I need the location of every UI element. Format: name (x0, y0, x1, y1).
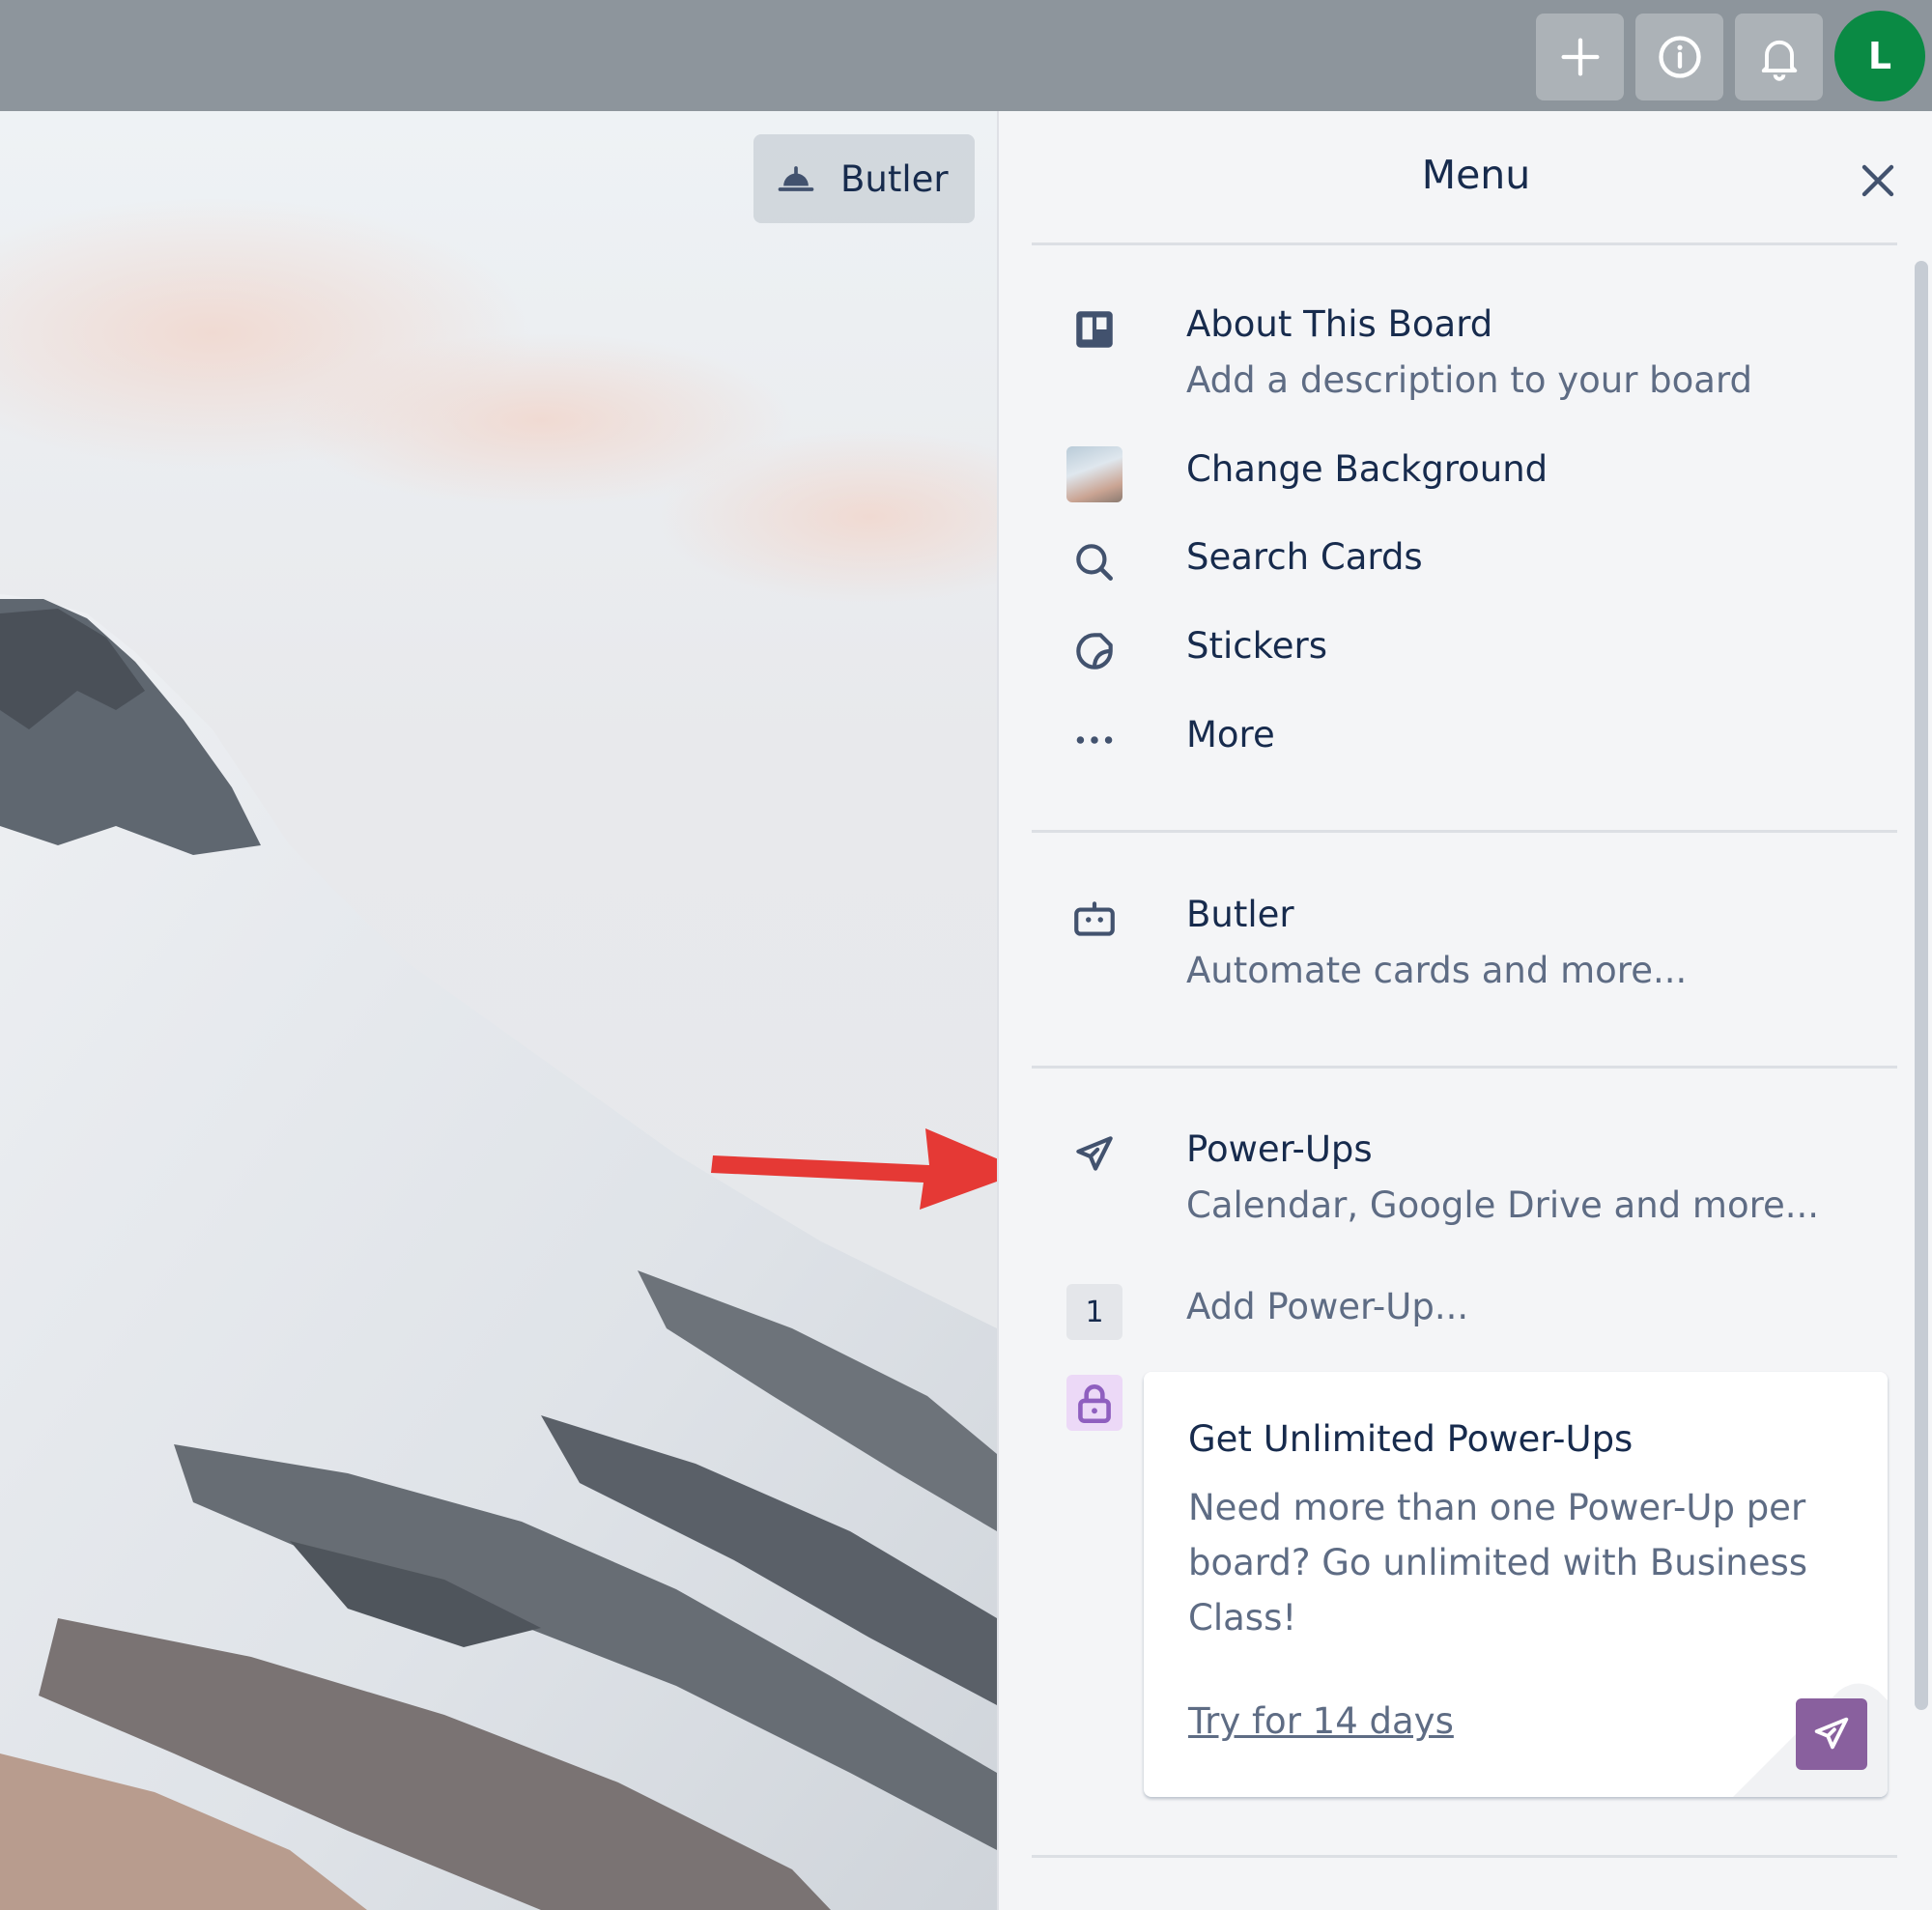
power-up-count-badge: 1 (1066, 1284, 1122, 1340)
menu-item-change-background[interactable]: Change Background (1066, 446, 1897, 504)
menu-item-label: Butler (1186, 894, 1294, 935)
promo-title: Get Unlimited Power-Ups (1188, 1418, 1634, 1460)
menu-item-stickers[interactable]: Stickers (1066, 623, 1897, 681)
lock-icon (1066, 1375, 1122, 1431)
try-free-trial-link[interactable]: Try for 14 days (1188, 1700, 1454, 1742)
board-background: Butler (0, 111, 997, 1910)
menu-item-butler[interactable]: Butler Automate cards and more... (1066, 892, 1897, 1008)
sticker-icon (1066, 623, 1122, 679)
red-arrow-annotation (711, 1128, 1026, 1210)
info-icon (1658, 36, 1701, 78)
close-icon[interactable] (1855, 157, 1901, 204)
info-button[interactable] (1635, 14, 1723, 100)
menu-divider (1032, 1066, 1897, 1069)
menu-item-label: Power-Ups (1186, 1128, 1373, 1170)
top-header-bar: L (0, 0, 1932, 111)
bell-cloche-icon (778, 166, 814, 191)
menu-item-search-cards[interactable]: Search Cards (1066, 534, 1897, 592)
menu-divider (1032, 1855, 1897, 1858)
rocket-icon (1814, 1717, 1849, 1750)
menu-item-sublabel: Automate cards and more... (1186, 950, 1688, 991)
board-menu-panel: Menu About This Board Add a description … (997, 111, 1932, 1910)
menu-item-label: Search Cards (1186, 536, 1423, 578)
plus-icon (1561, 38, 1599, 76)
butler-button-label: Butler (840, 157, 949, 200)
promo-description: Need more than one Power-Up per board? G… (1188, 1487, 1808, 1639)
add-button[interactable] (1536, 14, 1624, 100)
menu-scrollbar[interactable] (1915, 261, 1928, 1710)
menu-item-sublabel: Add a description to your board (1186, 359, 1753, 401)
menu-item-label: Add Power-Up... (1186, 1286, 1469, 1327)
butler-button[interactable]: Butler (753, 134, 975, 223)
unlimited-power-ups-promo-card: Get Unlimited Power-Ups Need more than o… (1144, 1372, 1888, 1797)
rocket-icon (1066, 1126, 1122, 1183)
locked-feature-indicator (1066, 1375, 1124, 1433)
menu-item-sublabel: Calendar, Google Drive and more... (1186, 1184, 1820, 1226)
menu-item-add-power-up[interactable]: 1 Add Power-Up... (1066, 1284, 1897, 1342)
menu-item-power-ups[interactable]: Power-Ups Calendar, Google Drive and mor… (1066, 1126, 1897, 1242)
menu-item-more[interactable]: More (1066, 712, 1897, 770)
menu-item-label: Stickers (1186, 625, 1327, 667)
menu-divider (1032, 830, 1897, 833)
background-thumbnail (1066, 446, 1122, 502)
robot-icon (1066, 892, 1122, 948)
avatar[interactable]: L (1834, 11, 1925, 101)
menu-item-label: More (1186, 714, 1275, 755)
board-icon (1066, 301, 1122, 357)
mountain-background-image (0, 111, 997, 1910)
search-icon (1066, 534, 1122, 590)
menu-item-label: About This Board (1186, 303, 1493, 345)
menu-title: Menu (1421, 152, 1531, 198)
menu-item-about-board[interactable]: About This Board Add a description to yo… (1066, 301, 1897, 417)
promo-rocket-button[interactable] (1796, 1698, 1867, 1770)
notifications-button[interactable] (1735, 14, 1823, 100)
menu-divider (1032, 242, 1897, 245)
ellipsis-icon (1066, 712, 1122, 768)
menu-item-label: Change Background (1186, 448, 1548, 490)
bell-icon (1761, 40, 1797, 81)
